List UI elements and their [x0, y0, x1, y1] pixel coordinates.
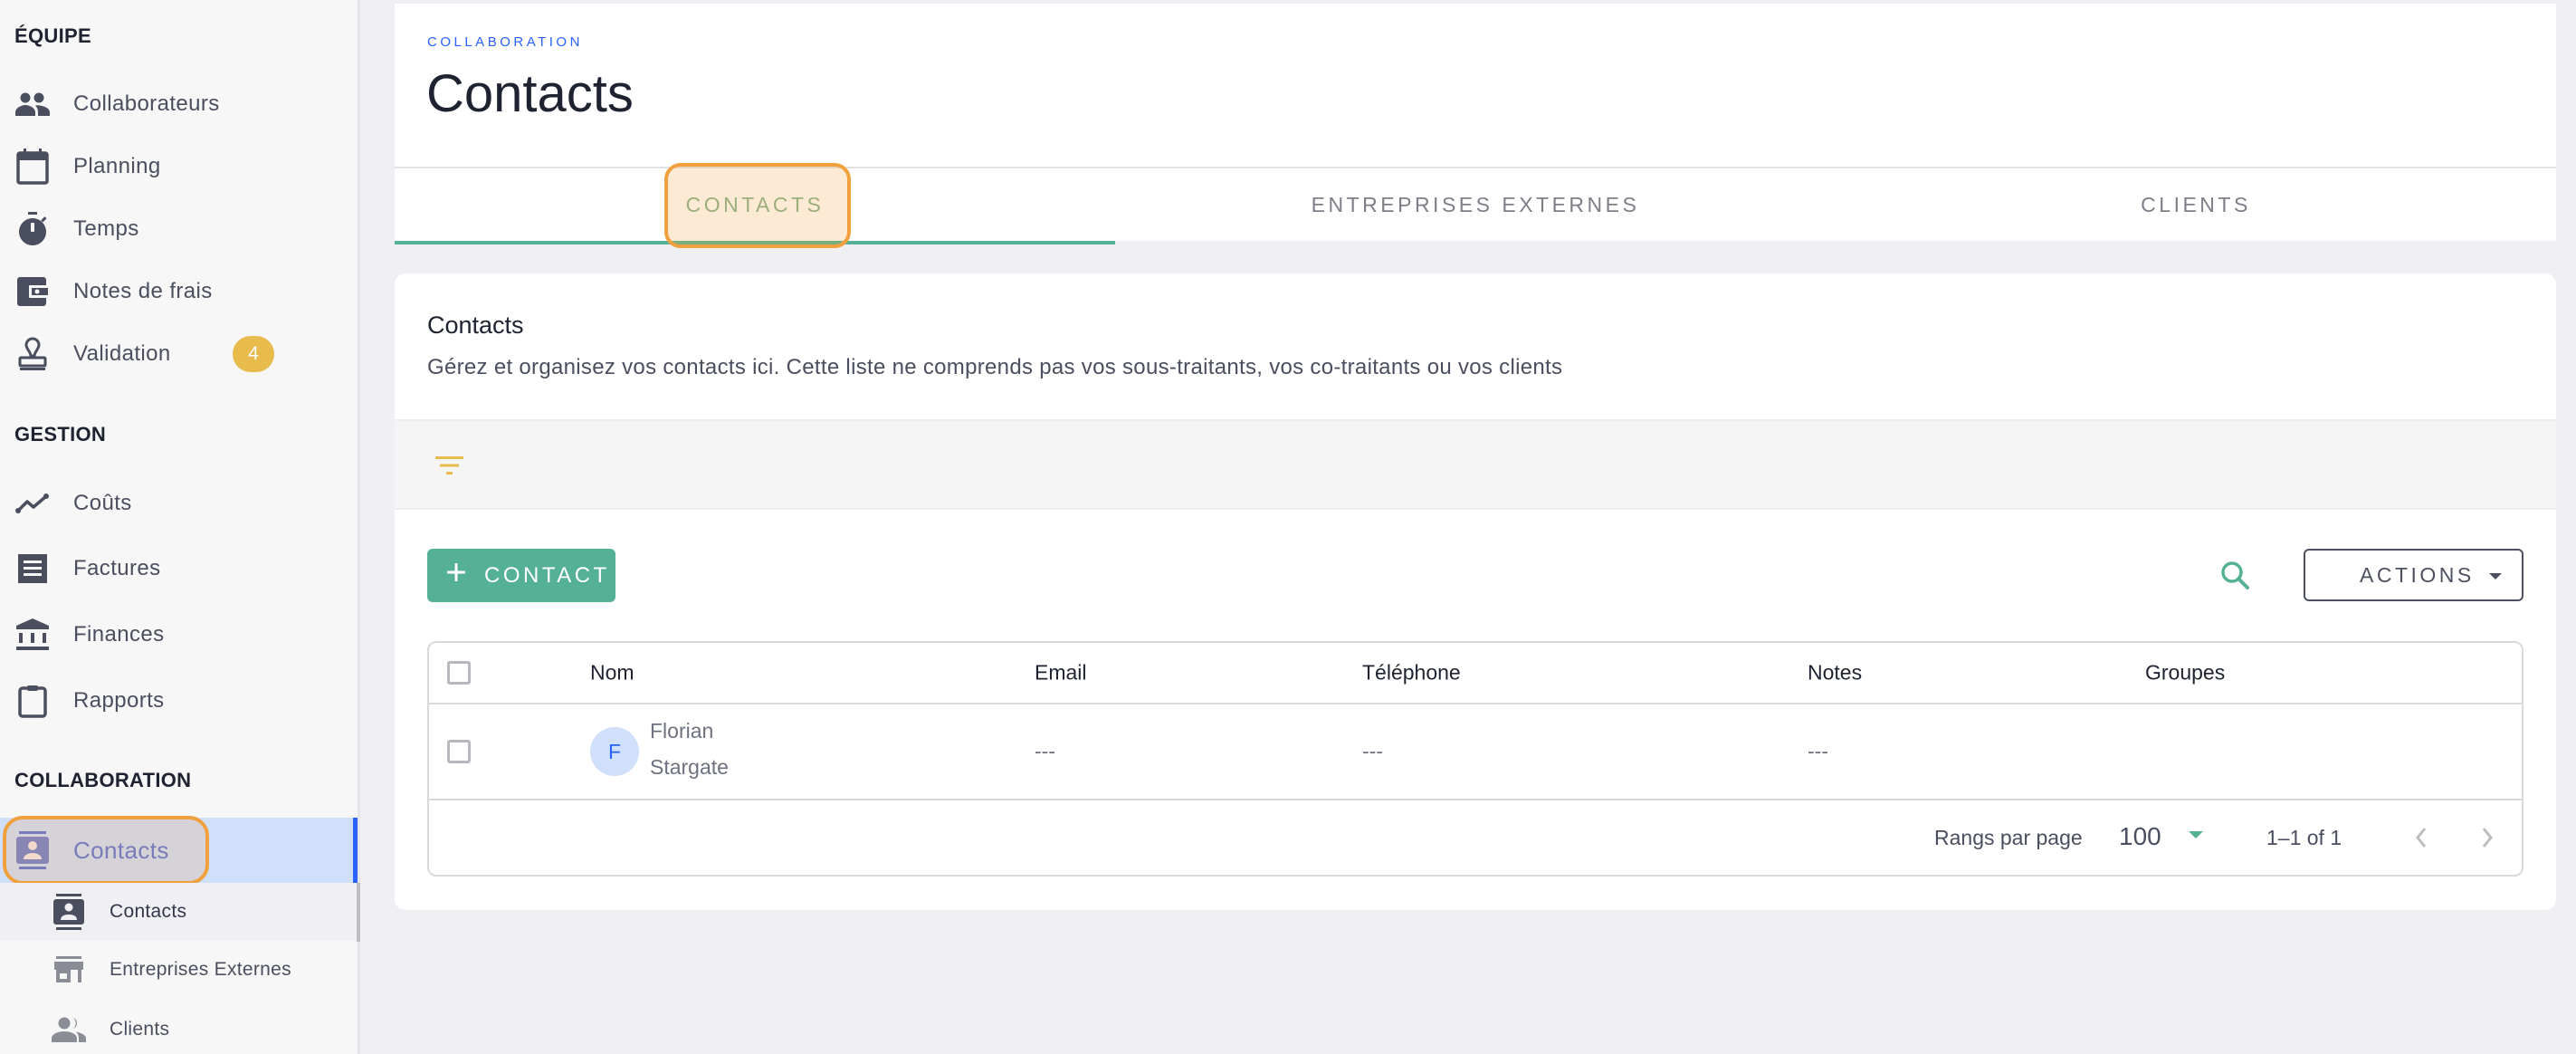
tab-clients[interactable]: CLIENTS: [1836, 168, 2556, 241]
sidebar-item-label: Collaborateurs: [73, 91, 220, 116]
contacts-icon: [51, 894, 87, 930]
sidebar-subitem-label: Clients: [110, 1019, 170, 1040]
card-description: Gérez et organisez vos contacts ici. Cet…: [427, 355, 1563, 379]
sidebar-item-label: Factures: [73, 556, 161, 580]
sidebar-subitem-label: Contacts: [110, 901, 187, 922]
sidebar-item-label: Temps: [73, 216, 139, 241]
section-title-collaboration: COLLABORATION: [14, 769, 192, 791]
wallet-icon: [14, 273, 51, 310]
contact-email: ---: [1035, 739, 1055, 763]
pagination-range: 1–1 of 1: [2266, 826, 2342, 849]
filter-icon[interactable]: [434, 455, 465, 477]
column-header-email[interactable]: Email: [1035, 661, 1087, 685]
sidebar-item-label: Planning: [73, 154, 161, 178]
tab-contacts[interactable]: CONTACTS: [395, 168, 1115, 244]
caret-down-icon: [2489, 573, 2502, 580]
validation-count-badge: 4: [233, 336, 274, 372]
sidebar-subitem-entreprises-externes[interactable]: Entreprises Externes: [0, 941, 358, 999]
actions-label: ACTIONS: [2360, 562, 2475, 587]
receipt-icon: [14, 551, 51, 587]
rows-per-page-select[interactable]: 100: [2119, 822, 2161, 851]
people-icon: [14, 86, 51, 122]
sidebar-item-factures[interactable]: Factures: [0, 539, 358, 599]
plus-icon: [445, 557, 467, 590]
column-header-notes[interactable]: Notes: [1808, 661, 1862, 685]
avatar: F: [590, 727, 639, 776]
filter-bar: [395, 419, 2556, 510]
sidebar: ÉQUIPE Collaborateurs Planning Temps Not…: [0, 0, 360, 1054]
sidebar-item-label: Notes de frais: [73, 279, 213, 303]
column-header-nom[interactable]: Nom: [590, 661, 634, 685]
sidebar-subitem-label: Entreprises Externes: [110, 959, 291, 980]
sidebar-item-couts[interactable]: Coûts: [0, 474, 358, 533]
contact-notes: ---: [1808, 739, 1828, 763]
contact-phone: ---: [1362, 739, 1383, 763]
sidebar-item-label: Contacts: [73, 836, 169, 864]
bank-icon: [14, 617, 51, 653]
contact-company: Stargate: [650, 755, 729, 779]
clipboard-icon: [14, 683, 51, 719]
card-title: Contacts: [427, 311, 524, 339]
sidebar-item-validation[interactable]: Validation 4: [0, 324, 358, 384]
sidebar-item-finances[interactable]: Finances: [0, 605, 358, 665]
sidebar-subitem-contacts[interactable]: Contacts: [0, 883, 358, 941]
search-icon[interactable]: [2219, 560, 2252, 592]
sidebar-subitem-clients[interactable]: Clients: [0, 1001, 358, 1054]
select-all-checkbox[interactable]: [447, 661, 471, 685]
chevron-left-icon[interactable]: [2408, 822, 2435, 853]
page-title: Contacts: [426, 64, 634, 123]
contact-name[interactable]: Florian: [650, 719, 713, 743]
column-header-telephone[interactable]: Téléphone: [1362, 661, 1461, 685]
table-pagination: Rangs par page 100 1–1 of 1: [429, 800, 2522, 877]
section-title-gestion: GESTION: [14, 423, 107, 446]
actions-dropdown-button[interactable]: ACTIONS: [2304, 549, 2524, 601]
sidebar-item-label: Rapports: [73, 688, 165, 713]
store-icon: [51, 952, 87, 988]
add-contact-button[interactable]: CONTACT: [427, 549, 615, 602]
column-header-groupes[interactable]: Groupes: [2145, 661, 2225, 685]
trending-line-icon: [14, 485, 51, 522]
add-contact-label: CONTACT: [484, 562, 610, 588]
breadcrumb-overline: COLLABORATION: [427, 34, 583, 50]
table-header-row: Nom Email Téléphone Notes Groupes: [429, 643, 2522, 704]
sidebar-item-contacts[interactable]: Contacts: [0, 818, 358, 883]
sidebar-item-planning[interactable]: Planning: [0, 137, 358, 196]
sidebar-item-label: Coûts: [73, 491, 132, 515]
chevron-right-icon[interactable]: [2474, 822, 2501, 853]
people-icon: [51, 1011, 87, 1048]
section-title-equipe: ÉQUIPE: [14, 24, 91, 47]
tab-bar: CONTACTS ENTREPRISES EXTERNES CLIENTS: [395, 168, 2556, 244]
calendar-icon: [14, 149, 51, 185]
sidebar-item-collaborateurs[interactable]: Collaborateurs: [0, 74, 358, 134]
stamp-icon: [14, 336, 51, 372]
tab-entreprises-externes[interactable]: ENTREPRISES EXTERNES: [1115, 168, 1836, 241]
stopwatch-icon: [14, 211, 51, 247]
rows-per-page-label: Rangs par page: [1934, 826, 2083, 849]
sidebar-item-label: Validation: [73, 341, 171, 366]
page-header: COLLABORATION Contacts CONTACTS ENTREPRI…: [395, 4, 2556, 248]
sidebar-scrollbar[interactable]: [357, 883, 360, 942]
table-row[interactable]: F Florian Stargate --- --- ---: [429, 704, 2522, 800]
contacts-card: Contacts Gérez et organisez vos contacts…: [395, 273, 2556, 910]
sidebar-item-temps[interactable]: Temps: [0, 199, 358, 259]
sidebar-item-notes-de-frais[interactable]: Notes de frais: [0, 262, 358, 321]
sidebar-item-label: Finances: [73, 622, 165, 647]
sidebar-item-rapports[interactable]: Rapports: [0, 671, 358, 731]
caret-down-icon[interactable]: [2189, 831, 2203, 838]
contacts-icon: [14, 831, 51, 869]
contacts-table: Nom Email Téléphone Notes Groupes F Flor…: [427, 641, 2524, 877]
row-checkbox[interactable]: [447, 740, 471, 763]
